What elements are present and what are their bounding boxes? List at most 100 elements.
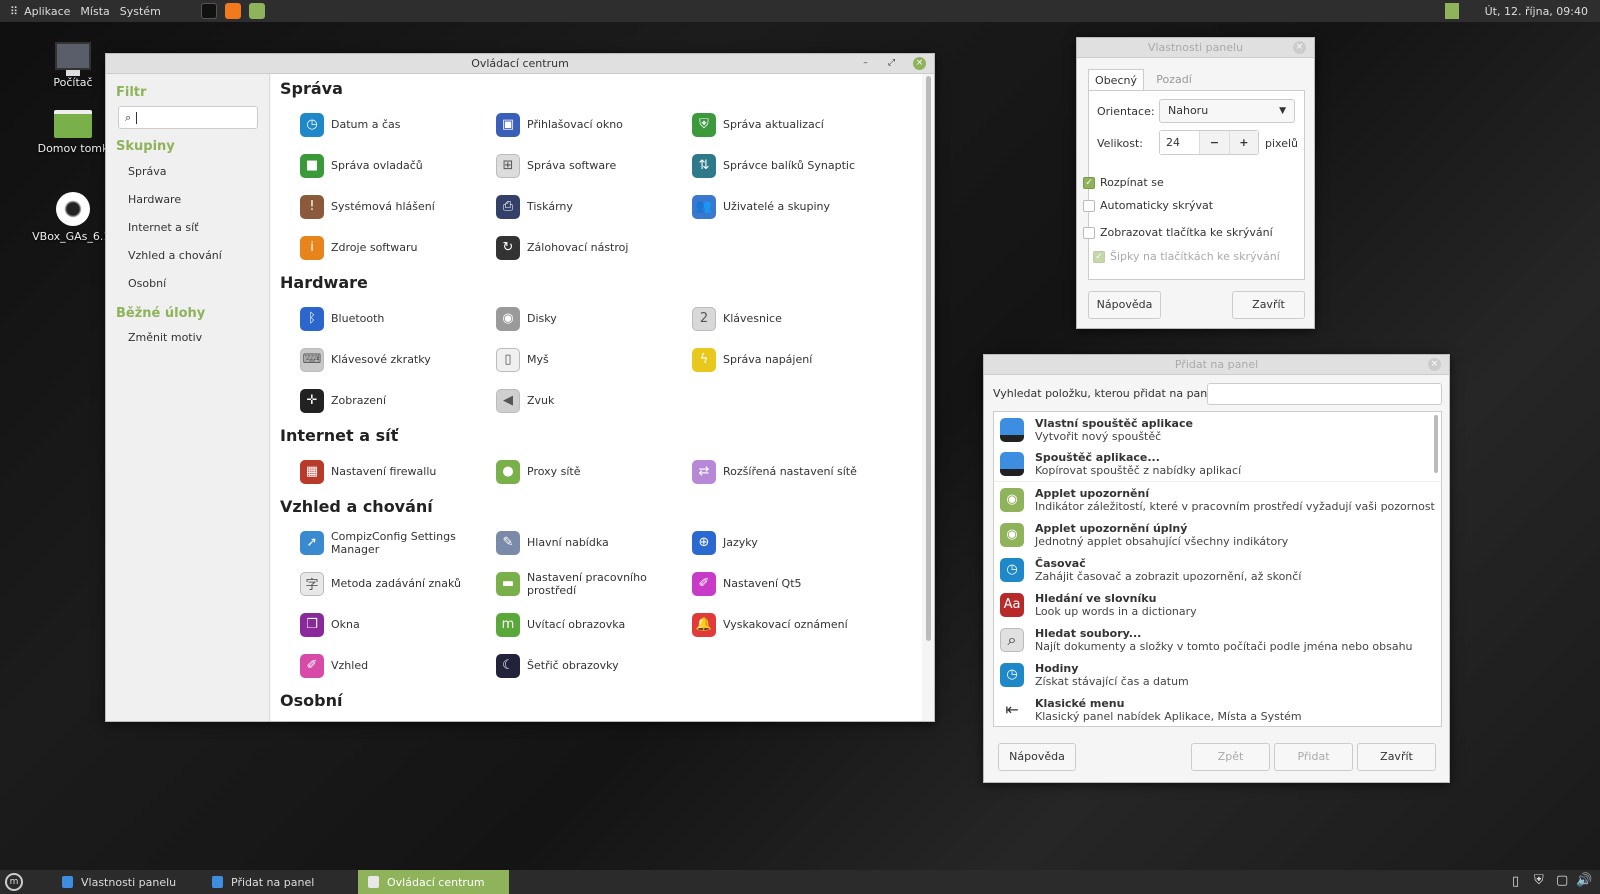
help-button[interactable]: Nápověda: [1088, 291, 1161, 319]
settings-item[interactable]: ✐ Vzhled: [280, 645, 476, 686]
sidebar-item-sprava[interactable]: Správa: [128, 158, 269, 186]
decrease-button[interactable]: −: [1199, 131, 1229, 154]
files-launcher-icon[interactable]: [248, 3, 265, 19]
title-bar[interactable]: Vlastnosti panelu ×: [1077, 38, 1314, 58]
checkbox-arrows[interactable]: ✓ Šipky na tlačítkách ke skrývání: [1093, 250, 1280, 263]
orientation-select[interactable]: Nahoru ▼: [1159, 99, 1295, 123]
settings-item[interactable]: ⌨ Klávesové zkratky: [280, 339, 476, 380]
sidebar-item-vzhled[interactable]: Vzhled a chování: [128, 242, 269, 270]
sidebar-item-osobni[interactable]: Osobní: [128, 270, 269, 298]
settings-item[interactable]: ✐ Nastavení Qt5: [672, 563, 868, 604]
settings-item[interactable]: ■ Správa ovladačů: [280, 145, 476, 186]
settings-item[interactable]: i Zdroje softwaru: [280, 227, 476, 268]
minimize-button[interactable]: –: [859, 57, 872, 70]
taskbar-item-control-center[interactable]: Ovládací centrum: [358, 870, 509, 894]
close-dialog-button[interactable]: Zavřít: [1232, 291, 1305, 319]
settings-item[interactable]: 2 Klávesnice: [672, 298, 868, 339]
window-tray-icon[interactable]: ▢: [1556, 873, 1568, 888]
taskbar-item-panel-properties[interactable]: Vlastnosti panelu: [52, 870, 197, 894]
applet-list-item[interactable]: Aa Hledání ve slovníku Look up words in a …: [994, 587, 1441, 622]
mint-menu-icon[interactable]: m: [5, 873, 23, 891]
applet-list-item[interactable]: Spouštěč aplikace... Kopírovat spouštěč z…: [994, 447, 1441, 482]
apps-grid-icon[interactable]: ⠿: [10, 5, 18, 18]
size-value[interactable]: 24: [1160, 131, 1200, 154]
checkbox-hide-buttons[interactable]: Zobrazovat tlačítka ke skrývání: [1083, 226, 1273, 239]
menu-system[interactable]: Systém: [120, 5, 161, 18]
add-button[interactable]: Přidat: [1274, 743, 1353, 771]
applet-list-item[interactable]: ◷ Časovač Zahájit časovač a zobrazit upozo…: [994, 552, 1441, 587]
settings-item-label: Nastavení pracovního prostředí: [527, 570, 647, 597]
settings-item[interactable]: ❐ Okna: [280, 604, 476, 645]
applet-list-item[interactable]: ◷ Hodiny Získat stávající čas a datum: [994, 657, 1441, 692]
checkbox-autohide[interactable]: Automaticky skrývat: [1083, 199, 1213, 212]
section-heading: Hardware: [280, 273, 368, 292]
scrollbar[interactable]: [926, 76, 931, 641]
settings-item[interactable]: ▣ Přihlašovací okno: [476, 104, 672, 145]
scrollbar[interactable]: [1434, 415, 1438, 473]
menu-aplikace[interactable]: Aplikace: [24, 5, 70, 18]
applet-list-item[interactable]: ◉ Applet upozornění Indikátor záležitostí,…: [994, 482, 1441, 517]
settings-item[interactable]: ! Systémová hlášení: [280, 186, 476, 227]
close-dialog-button[interactable]: Zavřít: [1357, 743, 1436, 771]
clipboard-icon[interactable]: ▯: [1512, 874, 1519, 889]
settings-item[interactable]: 🔔 Vyskakovací oznámení: [672, 604, 868, 645]
settings-item[interactable]: ➚ CompizConfig Settings Manager: [280, 522, 476, 563]
back-button[interactable]: Zpět: [1191, 743, 1270, 771]
menu-mista[interactable]: Místa: [80, 5, 109, 18]
close-button[interactable]: ×: [913, 57, 926, 70]
settings-item[interactable]: ⊕ Jazyky: [672, 522, 868, 563]
settings-item[interactable]: ● Proxy sítě: [476, 451, 672, 492]
settings-item[interactable]: 字 Metoda zadávání znaků: [280, 563, 476, 604]
shield-icon[interactable]: ⛨: [1534, 873, 1544, 888]
settings-item[interactable]: ⎙ Tiskárny: [476, 186, 672, 227]
settings-item-label: Zvuk: [527, 394, 555, 407]
checkbox-checked-icon: ✓: [1093, 250, 1105, 263]
sidebar-item-internet[interactable]: Internet a síť: [128, 214, 269, 242]
settings-item[interactable]: ▯ Myš: [476, 339, 672, 380]
settings-item[interactable]: ⊞ Správa software: [476, 145, 672, 186]
settings-item[interactable]: ⇅ Správce balíků Synaptic: [672, 145, 868, 186]
size-spinner[interactable]: 24 − +: [1159, 130, 1259, 155]
tab-pozadi[interactable]: Pozadí: [1149, 69, 1199, 91]
help-button[interactable]: Nápověda: [998, 743, 1076, 771]
applet-list-item[interactable]: Vlastní spouštěč aplikace Vytvořit nový s…: [994, 412, 1441, 447]
title-bar[interactable]: Přidat na panel ×: [984, 355, 1449, 375]
sidebar-item-hardware[interactable]: Hardware: [128, 186, 269, 214]
settings-item[interactable]: m Uvítací obrazovka: [476, 604, 672, 645]
tab-obecny[interactable]: Obecný: [1088, 69, 1144, 91]
close-button[interactable]: ×: [1428, 358, 1441, 371]
terminal-launcher-icon[interactable]: [200, 3, 217, 19]
settings-item[interactable]: ▦ Nastavení firewallu: [280, 451, 476, 492]
groups-heading: Skupiny: [116, 139, 175, 154]
settings-item[interactable]: ϟ Správa napájení: [672, 339, 868, 380]
settings-item[interactable]: ✛ Zobrazení: [280, 380, 476, 421]
settings-item[interactable]: ✎ Hlavní nabídka: [476, 522, 672, 563]
firefox-launcher-icon[interactable]: [224, 3, 241, 19]
task-change-theme[interactable]: Změnit motiv: [128, 324, 269, 352]
applet-list-item[interactable]: ⌕ Hledat soubory... Najít dokumenty a slož…: [994, 622, 1441, 657]
applet-list-item[interactable]: ⇤ Klasické menu Klasický panel nabídek Apl…: [994, 692, 1441, 726]
settings-item[interactable]: ⇄ Rozšířená nastavení sítě: [672, 451, 868, 492]
applet-description: Zahájit časovač a zobrazit upozornění, a…: [1035, 569, 1302, 583]
settings-item[interactable]: ᛒ Bluetooth: [280, 298, 476, 339]
settings-item[interactable]: ◷ Datum a čas: [280, 104, 476, 145]
maximize-button[interactable]: ⤢: [885, 57, 898, 70]
applet-list-item[interactable]: ◉ Applet upozornění úplný Jednotný applet …: [994, 517, 1441, 552]
settings-item[interactable]: ◉ Disky: [476, 298, 672, 339]
settings-item[interactable]: ◀ Zvuk: [476, 380, 672, 421]
title-bar[interactable]: Ovládací centrum – ⤢ ×: [106, 54, 934, 74]
checkbox-expand[interactable]: ✓ Rozpínat se: [1083, 176, 1164, 189]
settings-item[interactable]: 👥 Uživatelé a skupiny: [672, 186, 868, 227]
close-button[interactable]: ×: [1293, 41, 1306, 54]
settings-item[interactable]: ↻ Zálohovací nástroj: [476, 227, 672, 268]
settings-item[interactable]: ☾ Šetřič obrazovky: [476, 645, 672, 686]
indicator-icon[interactable]: [1444, 3, 1459, 19]
settings-item[interactable]: ⛨ Správa aktualizací: [672, 104, 868, 145]
increase-button[interactable]: +: [1228, 131, 1259, 154]
search-input[interactable]: ⌕: [118, 106, 258, 129]
search-input[interactable]: [1207, 383, 1442, 405]
volume-icon[interactable]: 🔊: [1576, 873, 1592, 888]
settings-item[interactable]: ▬ Nastavení pracovního prostředí: [476, 563, 672, 604]
taskbar-item-add-to-panel[interactable]: Přidat na panel: [202, 870, 352, 894]
clock[interactable]: Út, 12. října, 09:40: [1485, 5, 1588, 18]
